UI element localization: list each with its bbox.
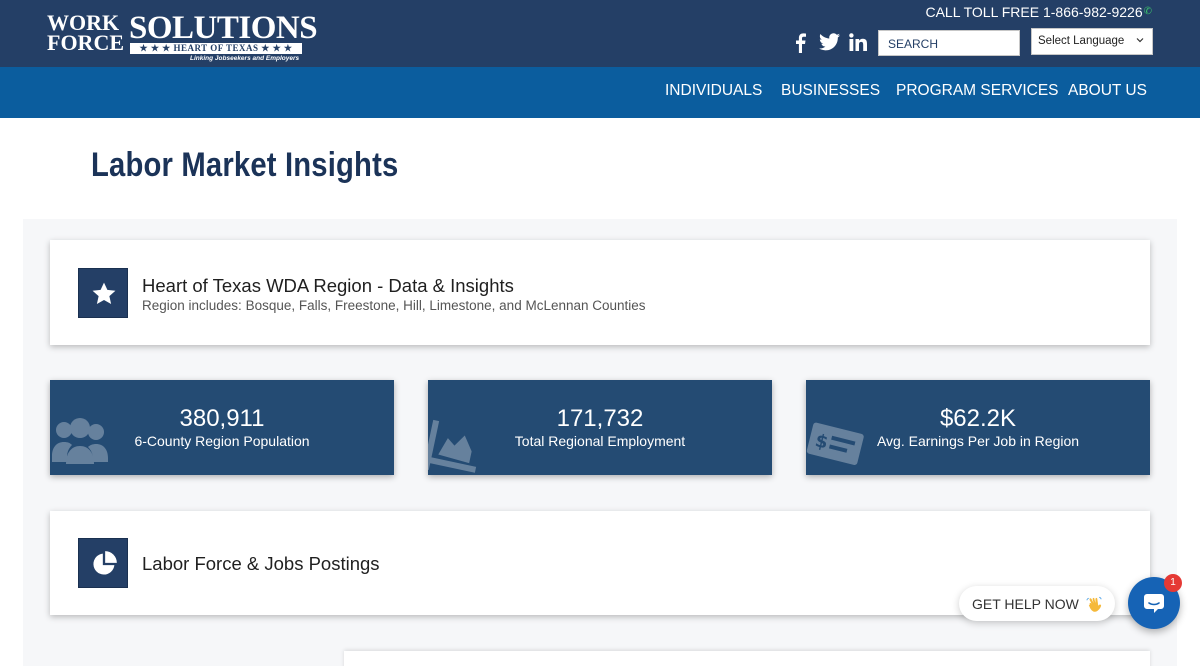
partial-card — [344, 651, 1150, 666]
waving-hand-icon — [1086, 596, 1102, 612]
search-input[interactable]: SEARCH — [878, 30, 1020, 56]
pie-chart-icon — [93, 551, 117, 575]
language-select-label: Select Language — [1038, 35, 1125, 47]
get-help-now-button[interactable]: GET HELP NOW — [959, 586, 1115, 621]
stat-employment-value: 171,732 — [556, 405, 644, 432]
phone-icon: ✆ — [1143, 6, 1152, 17]
search-placeholder: SEARCH — [888, 37, 939, 51]
region-badge — [78, 268, 128, 318]
nav-item-program-services[interactable]: PROGRAM SERVICES — [896, 82, 1059, 100]
nav-item-about-us[interactable]: ABOUT US — [1068, 82, 1147, 100]
toll-free-number[interactable]: CALL TOLL FREE 1-866-982-9226✆ — [925, 4, 1152, 20]
stat-population-label: 6-County Region Population — [134, 433, 310, 449]
facebook-icon[interactable] — [793, 33, 807, 53]
stat-earnings-label: Avg. Earnings Per Job in Region — [876, 433, 1080, 449]
region-card-title: Heart of Texas WDA Region - Data & Insig… — [142, 275, 514, 296]
language-select[interactable]: Select Language — [1031, 28, 1153, 55]
page-title: Labor Market Insights — [91, 146, 399, 184]
get-help-now-label: GET HELP NOW — [972, 596, 1079, 612]
logo-solutions-text: SOLUTIONS — [129, 10, 318, 46]
chat-bubble-icon — [1144, 594, 1164, 613]
workforce-solutions-logo[interactable]: WORK FORCE SOLUTIONS ★ ★ ★ HEART OF TEXA… — [47, 12, 318, 66]
stat-earnings: $ $62.2K Avg. Earnings Per Job in Region — [806, 380, 1150, 475]
stat-earnings-value: $62.2K — [939, 405, 1017, 432]
labor-card-title: Labor Force & Jobs Postings — [142, 553, 380, 574]
main-nav: INDIVIDUALS BUSINESSES PROGRAM SERVICES … — [0, 67, 1200, 118]
labor-badge — [78, 538, 128, 588]
twitter-icon[interactable] — [819, 33, 841, 53]
region-card-subtitle: Region includes: Bosque, Falls, Freeston… — [142, 298, 646, 313]
nav-item-individuals[interactable]: INDIVIDUALS — [665, 82, 762, 100]
logo-ribbon: ★ ★ ★ HEART OF TEXAS ★ ★ ★ — [130, 43, 302, 54]
linkedin-icon[interactable] — [849, 33, 869, 53]
stat-population-value: 380,911 — [179, 405, 265, 432]
chevron-down-icon — [1136, 38, 1144, 43]
region-card: Heart of Texas WDA Region - Data & Insig… — [50, 240, 1150, 345]
toll-free-text: CALL TOLL FREE 1-866-982-9226 — [925, 4, 1143, 20]
stat-employment: 171,732 Total Regional Employment — [428, 380, 772, 475]
star-icon — [92, 282, 116, 305]
chat-notification-badge: 1 — [1164, 574, 1182, 592]
site-header: WORK FORCE SOLUTIONS ★ ★ ★ HEART OF TEXA… — [0, 0, 1200, 67]
stat-employment-label: Total Regional Employment — [514, 433, 686, 449]
logo-force-text: FORCE — [47, 30, 124, 55]
stat-population: 380,911 6-County Region Population — [50, 380, 394, 475]
nav-item-businesses[interactable]: BUSINESSES — [781, 82, 880, 100]
logo-tagline: Linking Jobseekers and Employers — [190, 55, 300, 62]
